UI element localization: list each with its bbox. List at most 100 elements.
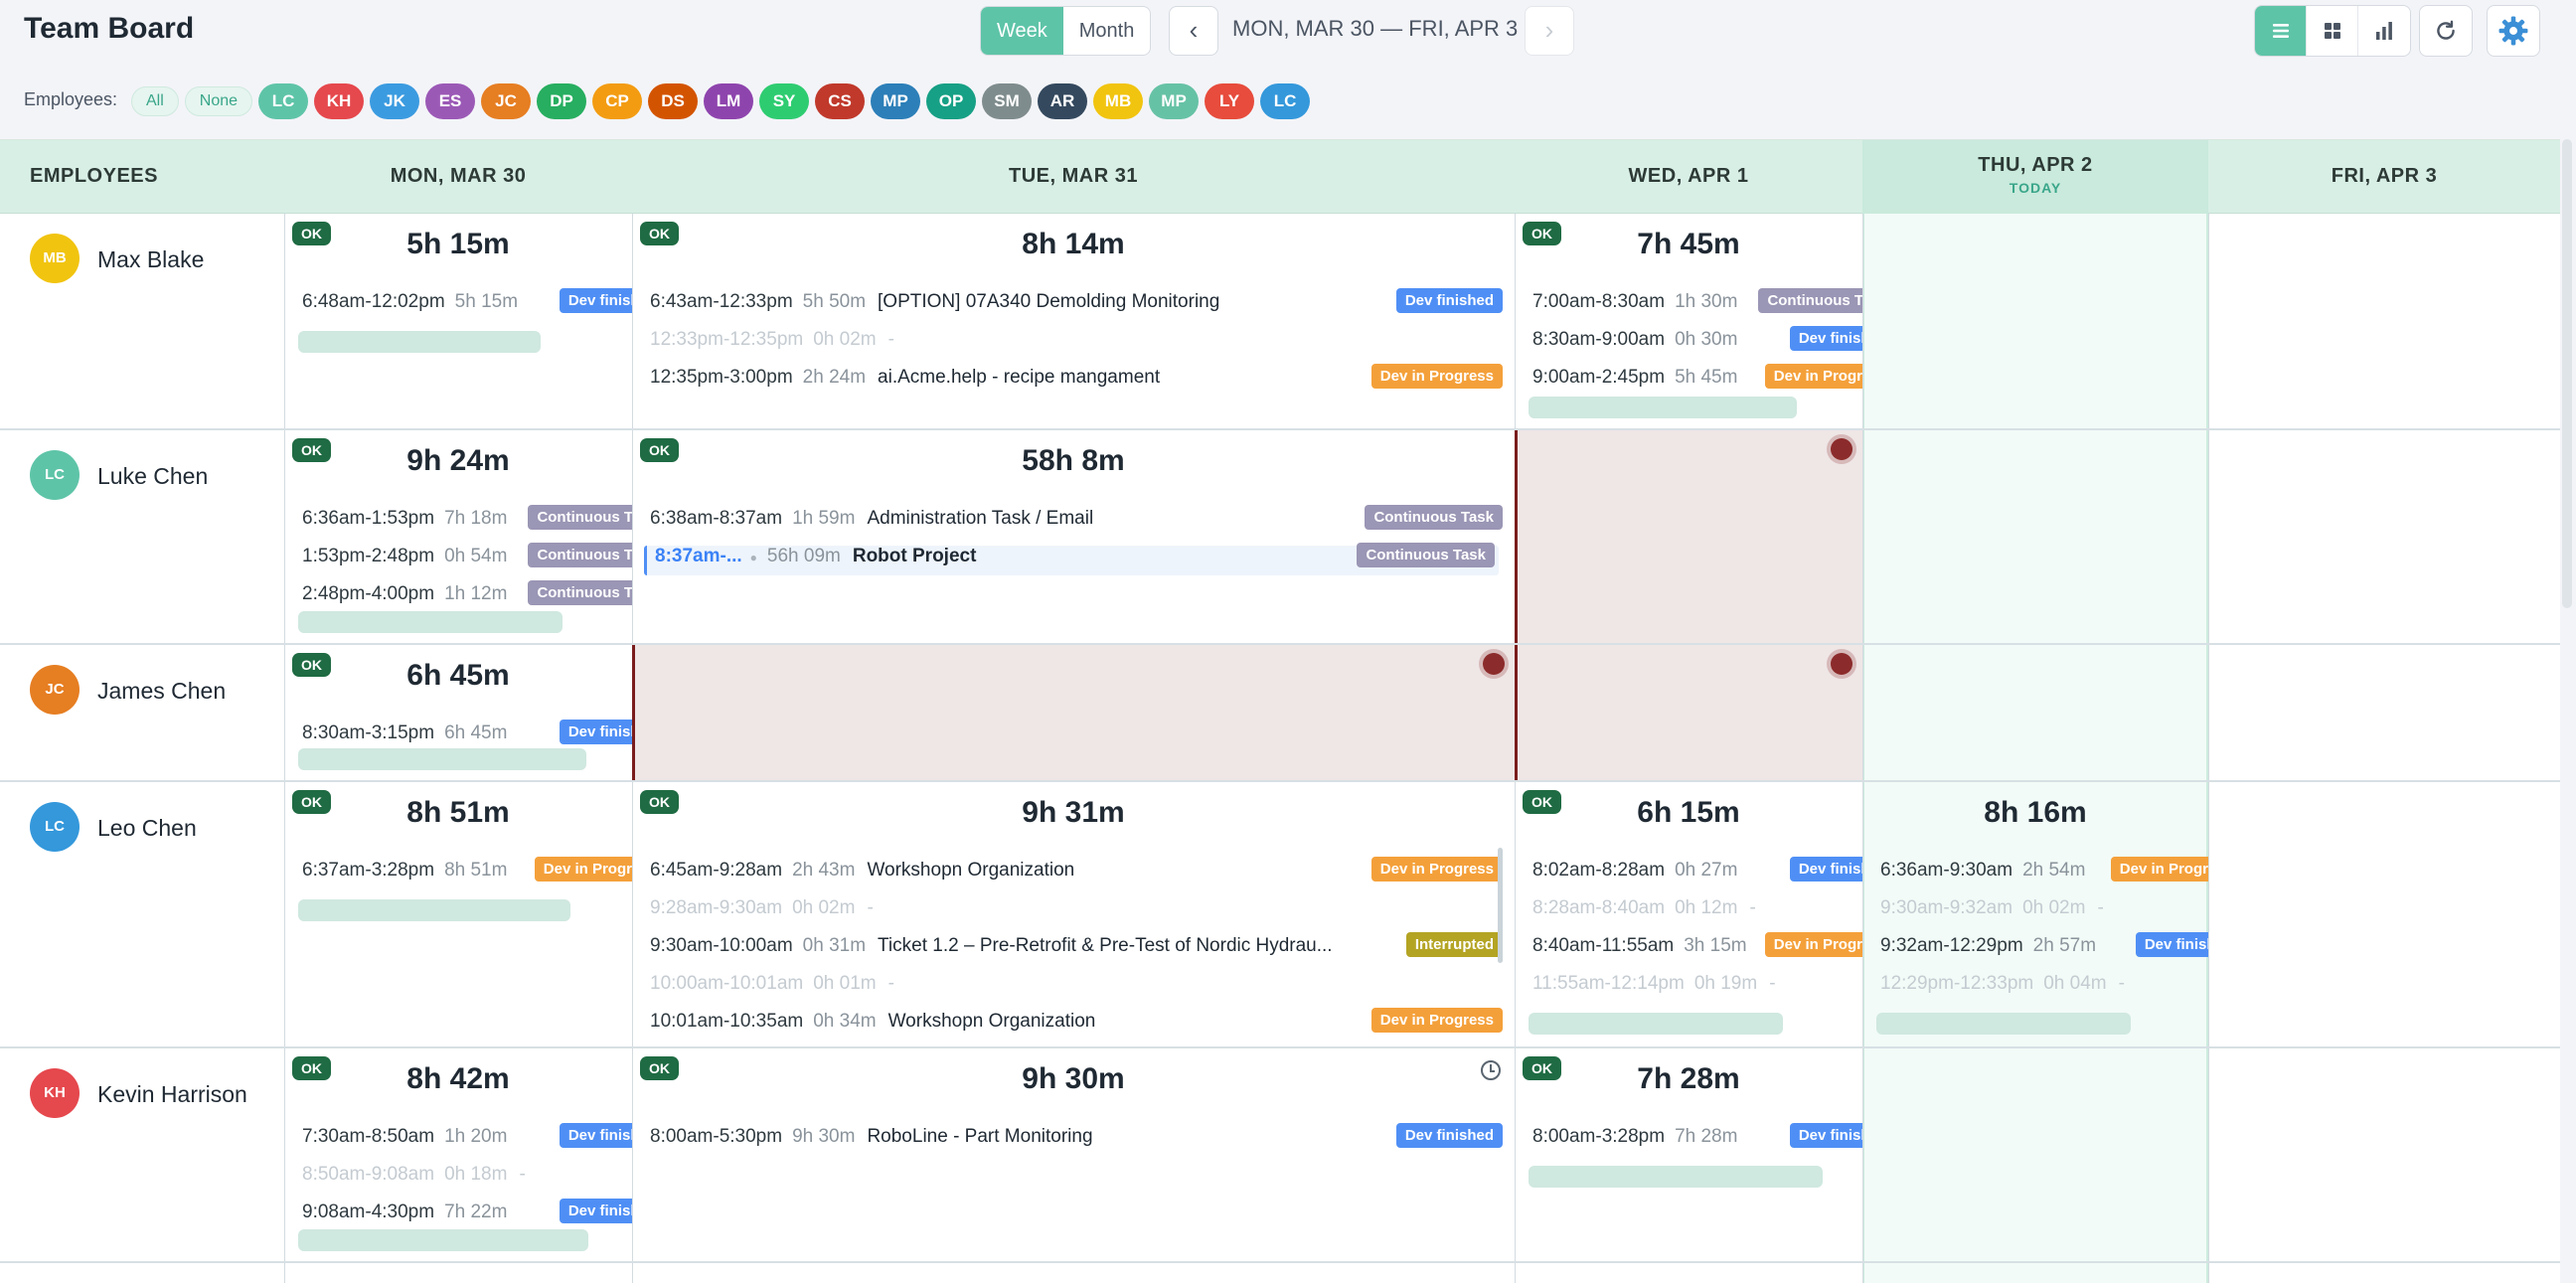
day-cell-wed[interactable]: OK7h 45m7:00am-8:30am1h 30mContinuous Ta… [1515, 214, 1862, 428]
entry-time: 12:29pm-12:33pm [1880, 973, 2034, 994]
employee-chip[interactable]: MB [1093, 83, 1144, 119]
gap-entry[interactable]: 9:28am-9:30am 0h 02m - [650, 897, 1509, 927]
day-cell-wed[interactable]: OK7h 28m8:00am-3:28pm7h 28mDev finished [1515, 1048, 1862, 1261]
time-entry[interactable]: 6:36am-1:53pm 7h 18m Continuous Task [302, 505, 632, 538]
status-badge: Dev finished [559, 288, 632, 313]
filter-all-button[interactable]: All [131, 86, 179, 116]
employee-chip[interactable]: AR [1038, 83, 1088, 119]
employee-chip[interactable]: ES [425, 83, 476, 119]
cell-scrollbar[interactable] [1498, 848, 1503, 963]
absence-cell[interactable] [1515, 430, 1862, 643]
week-view-button[interactable]: Week [981, 7, 1063, 55]
day-cell-tue[interactable]: OK 9h 30m 8:00am-5:30pm 9h 30m RoboLine - Pa… [632, 1048, 1515, 1261]
entry-duration: 5h 45m [1675, 367, 1738, 388]
filter-none-button[interactable]: None [184, 86, 253, 116]
next-week-button[interactable]: › [1525, 6, 1574, 56]
gap-entry[interactable]: 9:30am-9:32am 0h 02m - [1880, 897, 2202, 927]
time-entry[interactable]: 8:37am-... ● 56h 09m Robot Project Continuou… [644, 543, 1499, 575]
employee-chip[interactable]: LM [704, 83, 754, 119]
clock-icon[interactable] [1481, 1060, 1501, 1080]
employee-cell[interactable]: LC Leo Chen [0, 782, 284, 852]
day-cell-mon[interactable]: OK8h 42m7:30am-8:50am1h 20mDev finished8… [284, 1048, 632, 1261]
stats-view-button[interactable] [2358, 6, 2410, 56]
bar-chart-icon [2376, 22, 2392, 40]
gap-entry[interactable]: 12:29pm-12:33pm 0h 04m - [1880, 973, 2202, 1003]
time-entry[interactable]: 9:30am-10:00am 0h 31m Ticket 1.2 – Pre-Ret… [650, 932, 1509, 965]
employee-chip[interactable]: JK [370, 83, 420, 119]
time-entry[interactable]: 9:00am-2:45pm 5h 45m Dev in Progress [1532, 364, 1862, 397]
time-entry[interactable]: 6:45am-9:28am 2h 43m Workshopn Organizatio… [650, 857, 1509, 889]
day-cell-mon[interactable]: OK9h 24m6:36am-1:53pm7h 18mContinuous Ta… [284, 430, 632, 643]
employee-chip[interactable]: JC [481, 83, 532, 119]
time-entry[interactable]: 1:53pm-2:48pm 0h 54m Continuous Task [302, 543, 632, 575]
entry-time: 8:28am-8:40am [1532, 897, 1666, 918]
day-cell-mon[interactable]: OK6h 45m8:30am-3:15pm6h 45mDev finished [284, 645, 632, 780]
employee-chip[interactable]: LY [1205, 83, 1255, 119]
time-entry[interactable]: 6:37am-3:28pm 8h 51m Dev in Progress [302, 857, 632, 889]
entry-time: 6:48am-12:02pm [302, 291, 445, 312]
employee-chip[interactable]: MP [1149, 83, 1200, 119]
time-entry[interactable]: 6:36am-9:30am 2h 54m Dev in Progress [1880, 857, 2208, 889]
prev-week-button[interactable]: ‹ [1169, 6, 1218, 56]
employee-chip[interactable]: LC [258, 83, 309, 119]
time-entry[interactable]: 6:43am-12:33pm 5h 50m [OPTION] 07A340 Demo… [650, 288, 1509, 321]
progress-bar [298, 611, 563, 633]
employee-chip[interactable]: MP [871, 83, 921, 119]
page-scrollbar[interactable] [2562, 139, 2572, 608]
grid-view-button[interactable] [2307, 6, 2358, 56]
employee-chip[interactable]: CP [592, 83, 643, 119]
gap-entry[interactable]: 8:50am-9:08am 0h 18m - [302, 1164, 626, 1194]
entry-duration: 1h 12m [444, 583, 508, 604]
entry-time: 8:02am-8:28am [1532, 860, 1666, 881]
time-entry[interactable]: 10:01am-10:35am 0h 34m Workshopn Organizat… [650, 1008, 1509, 1041]
absence-cell[interactable] [1515, 645, 1862, 780]
time-entry[interactable]: 6:38am-8:37am 1h 59m Administration Task /… [650, 505, 1509, 538]
day-cell-mon[interactable]: OK5h 15m6:48am-12:02pm5h 15mDev finished [284, 214, 632, 428]
employee-cell[interactable]: KH Kevin Harrison [0, 1048, 284, 1118]
employee-chip[interactable]: KH [314, 83, 365, 119]
day-cell-tue[interactable]: OK 9h 31m 6:45am-9:28am 2h 43m Workshopn Org… [632, 782, 1515, 1046]
time-entry[interactable]: 2:48pm-4:00pm 1h 12m Continuous Task [302, 580, 632, 613]
day-cell-tue[interactable]: OK 58h 8m 6:38am-8:37am 1h 59m Administratio… [632, 430, 1515, 643]
employee-chip[interactable]: SY [759, 83, 810, 119]
refresh-button[interactable] [2419, 5, 2473, 57]
list-view-button[interactable] [2255, 6, 2307, 56]
employee-cell[interactable]: MB Max Blake [0, 214, 284, 283]
day-cell-wed[interactable]: OK6h 15m8:02am-8:28am0h 27mDev finished8… [1515, 782, 1862, 1046]
gap-entry[interactable]: 12:33pm-12:35pm 0h 02m - [650, 329, 1509, 359]
employee-chip[interactable]: DP [537, 83, 587, 119]
entry-time: 8:40am-11:55am [1532, 935, 1675, 956]
employee-chip[interactable]: DS [648, 83, 699, 119]
gap-entry[interactable]: 10:00am-10:01am 0h 01m - [650, 973, 1509, 1003]
time-entry[interactable]: 8:30am-9:00am 0h 30m Dev finished [1532, 326, 1862, 359]
month-view-button[interactable]: Month [1063, 7, 1151, 55]
time-entry[interactable]: 8:00am-5:30pm 9h 30m RoboLine - Part Monit… [650, 1123, 1509, 1156]
employee-chip[interactable]: SM [982, 83, 1033, 119]
time-entry[interactable]: 8:00am-3:28pm 7h 28m Dev finished [1532, 1123, 1862, 1156]
time-entry[interactable]: 7:00am-8:30am 1h 30m Continuous Task [1532, 288, 1862, 321]
absence-cell[interactable] [632, 645, 1515, 780]
entry-time: 8:30am-9:00am [1532, 329, 1666, 350]
employee-cell[interactable]: LC Luke Chen [0, 430, 284, 500]
employee-chip[interactable]: LC [1260, 83, 1311, 119]
employee-cell[interactable]: JC James Chen [0, 645, 284, 715]
column-header-row: EMPLOYEES MON, MAR 30 TUE, MAR 31 WED, A… [0, 140, 2560, 214]
employee-chip[interactable]: OP [926, 83, 977, 119]
gap-entry[interactable]: 8:28am-8:40am 0h 12m - [1532, 897, 1856, 927]
entry-duration: 0h 12m [1675, 897, 1738, 918]
day-cell-tue[interactable]: OK 8h 14m 6:43am-12:33pm 5h 50m [OPTION] 07A… [632, 214, 1515, 428]
time-entry[interactable]: 9:08am-4:30pm 7h 22m Dev finished [302, 1199, 632, 1231]
avatar: LC [30, 450, 80, 500]
gap-entry[interactable]: 11:55am-12:14pm 0h 19m - [1532, 973, 1856, 1003]
time-entry[interactable]: 6:48am-12:02pm 5h 15m Dev finished [302, 288, 632, 321]
entry-duration: 8h 51m [444, 860, 508, 881]
time-entry[interactable]: 8:02am-8:28am 0h 27m Dev finished [1532, 857, 1862, 889]
time-entry[interactable]: 7:30am-8:50am 1h 20m Dev finished [302, 1123, 632, 1156]
employee-chip[interactable]: CS [815, 83, 866, 119]
settings-button[interactable] [2487, 5, 2540, 57]
time-entry[interactable]: 9:32am-12:29pm 2h 57m Dev finished [1880, 932, 2208, 965]
time-entry[interactable]: 12:35pm-3:00pm 2h 24m ai.Acme.help - recip… [650, 364, 1509, 397]
day-cell-mon[interactable]: OK8h 51m6:37am-3:28pm8h 51mDev in Progre… [284, 782, 632, 1046]
day-cell-thu[interactable]: 8h 16m 6:36am-9:30am 2h 54m Dev in Progress… [1862, 782, 2208, 1046]
time-entry[interactable]: 8:40am-11:55am 3h 15m Dev in Progress [1532, 932, 1862, 965]
